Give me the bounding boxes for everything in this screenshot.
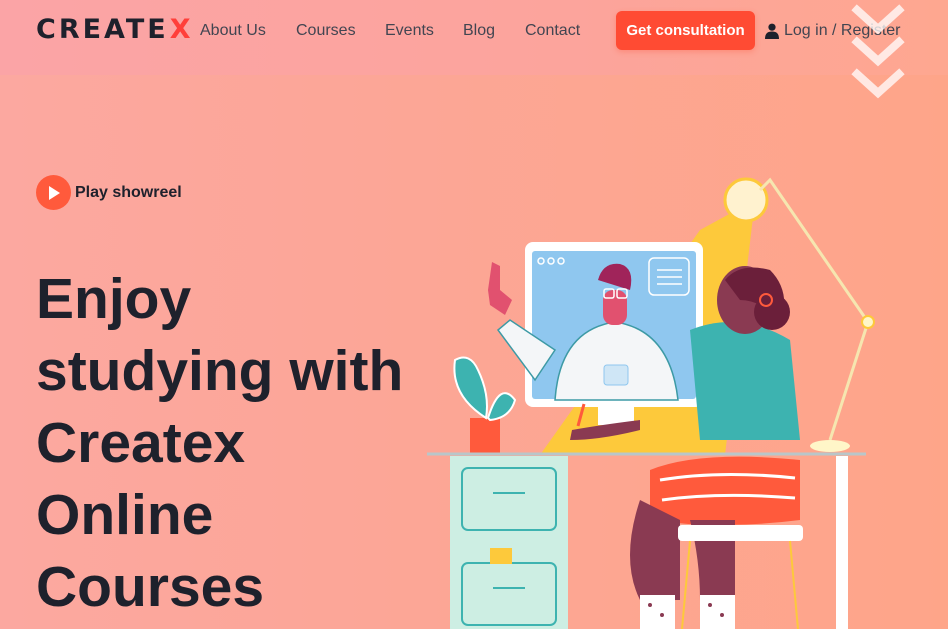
hero-headline: Enjoy studying with Createx Online Cours… [36, 263, 436, 623]
logo-accent-x: X [169, 14, 194, 45]
chevron-down-icon [851, 4, 905, 99]
site-header: CREATE X About Us Courses Events Blog Con… [0, 0, 948, 75]
play-showreel-button[interactable]: Play showreel [36, 175, 182, 210]
play-icon [36, 175, 71, 210]
logo-text: CREATE [36, 14, 169, 45]
nav-blog[interactable]: Blog [463, 21, 495, 41]
user-icon [765, 23, 779, 39]
nav-courses[interactable]: Courses [296, 21, 356, 41]
headline-line: studying with [36, 339, 404, 403]
headline-line: Enjoy [36, 267, 192, 331]
headline-line: Createx [36, 411, 246, 475]
nav-events[interactable]: Events [385, 21, 434, 41]
nav-about-us[interactable]: About Us [200, 21, 266, 41]
showreel-label: Play showreel [75, 183, 182, 201]
headline-line: Online [36, 483, 214, 547]
nav-contact[interactable]: Contact [525, 21, 580, 41]
headline-line: Courses [36, 555, 265, 619]
get-consultation-button[interactable]: Get consultation [616, 11, 755, 50]
online-learning-illustration [427, 177, 875, 629]
createx-logo[interactable]: CREATE X [36, 14, 194, 45]
